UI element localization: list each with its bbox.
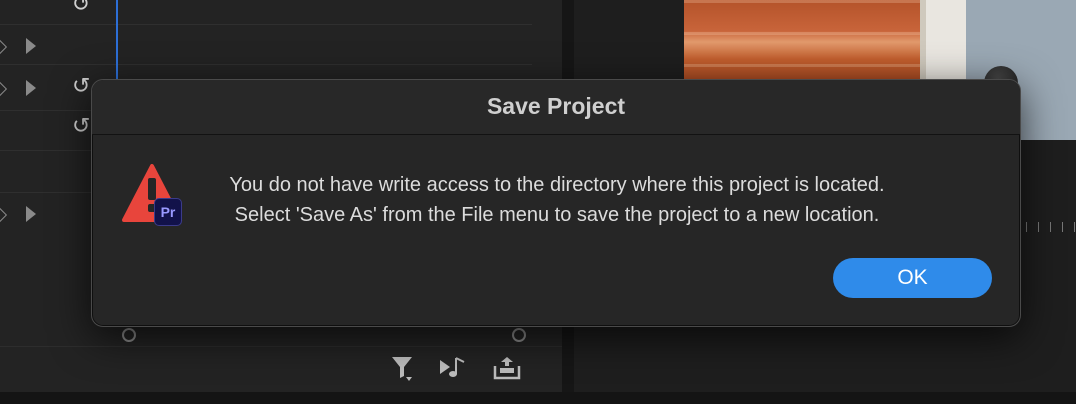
panel-row-divider <box>0 24 532 25</box>
keyframe-diamond-icon[interactable] <box>0 207 8 223</box>
playhead-line[interactable] <box>116 0 118 80</box>
warning-triangle-icon: Pr <box>122 164 186 226</box>
panel-bottom-divider <box>0 346 570 347</box>
next-keyframe-icon[interactable] <box>26 206 36 222</box>
message-line-1: You do not have write access to the dire… <box>229 174 885 196</box>
play-audio-icon[interactable] <box>438 354 468 389</box>
keyframe-diamond-icon[interactable] <box>0 81 8 97</box>
ok-button[interactable]: OK <box>833 258 992 298</box>
time-ruler[interactable] <box>1026 222 1076 232</box>
next-keyframe-icon[interactable] <box>26 80 36 96</box>
scrollbar-handle-right[interactable] <box>512 328 526 342</box>
premiere-pro-app-badge: Pr <box>154 198 182 226</box>
reset-parameter-icon[interactable]: ↺ <box>72 0 98 15</box>
footer-strip <box>0 392 1076 404</box>
save-project-dialog: Save Project Pr You do not have write ac… <box>91 79 1021 327</box>
keyframe-navigator[interactable] <box>0 206 36 223</box>
export-icon[interactable] <box>492 354 522 389</box>
keyframe-diamond-icon[interactable] <box>0 39 8 55</box>
next-keyframe-icon[interactable] <box>26 38 36 54</box>
keyframe-navigator[interactable] <box>0 38 36 55</box>
dialog-title: Save Project <box>486 93 626 119</box>
keyframe-navigator[interactable] <box>0 80 36 97</box>
dialog-message: You do not have write access to the dire… <box>212 170 902 230</box>
message-line-2: Select 'Save As' from the File menu to s… <box>234 204 880 226</box>
panel-row-divider <box>0 64 532 65</box>
filter-icon[interactable] <box>390 354 416 389</box>
scrollbar-handle-left[interactable] <box>122 328 136 342</box>
app-badge-text: Pr <box>160 204 176 220</box>
